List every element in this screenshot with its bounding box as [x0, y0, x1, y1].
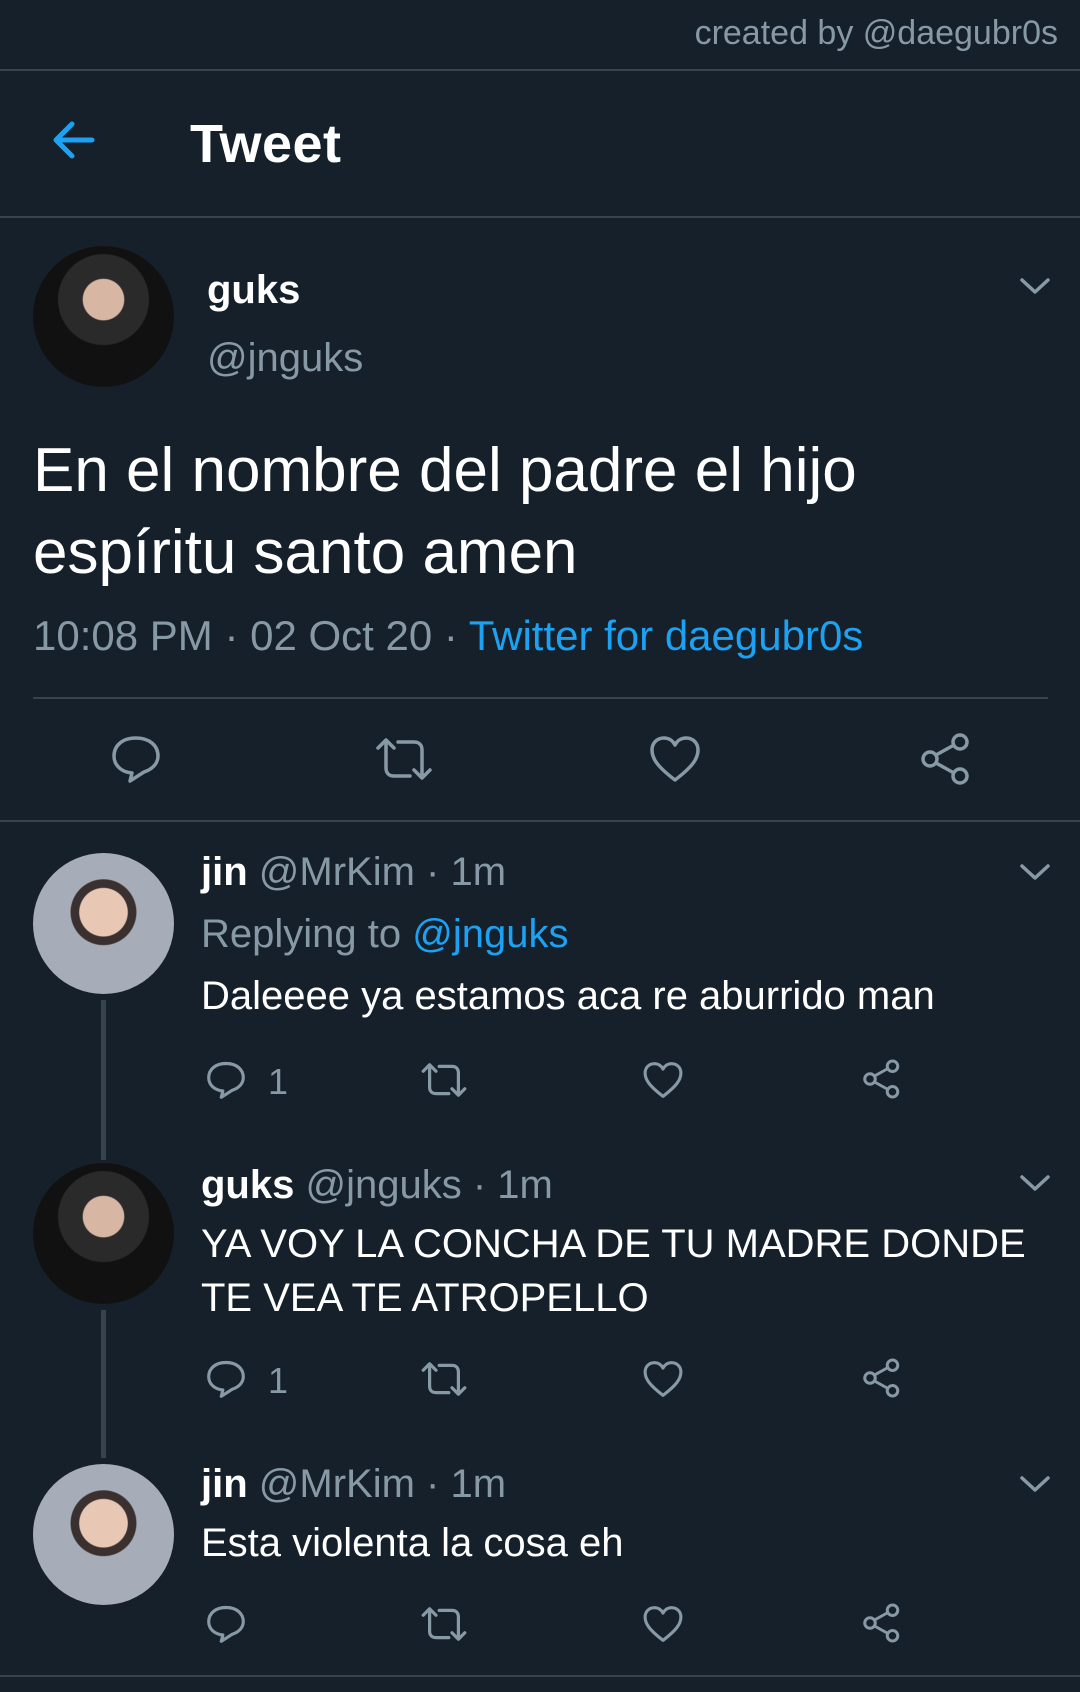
chevron-down-icon[interactable] [1018, 861, 1052, 883]
share-icon[interactable] [918, 732, 974, 786]
share-icon[interactable] [861, 1602, 903, 1644]
thread-line [101, 1310, 106, 1458]
reply-text-line: YA VOY LA CONCHA DE TU MADRE DONDE [201, 1222, 1026, 1266]
main-tweet-timestamp: 10:08 PM · 02 Oct 20 · [33, 612, 469, 659]
main-tweet-avatar[interactable] [33, 246, 174, 387]
main-tweet-divider [33, 697, 1048, 699]
like-icon[interactable] [642, 1359, 684, 1399]
creator-credit: created by @daegubr0s [694, 14, 1058, 52]
reply-avatar[interactable] [33, 853, 174, 994]
replying-to: Replying to @jnguks [201, 912, 568, 957]
chevron-down-icon[interactable] [1018, 1473, 1052, 1495]
reply-icon[interactable] [204, 1059, 248, 1101]
bottom-divider [0, 1675, 1080, 1677]
reply-icon[interactable] [204, 1358, 248, 1400]
chevron-down-icon[interactable] [1018, 275, 1052, 297]
share-icon[interactable] [861, 1058, 903, 1100]
header-bottom-divider [0, 216, 1080, 218]
retweet-icon[interactable] [420, 1604, 468, 1644]
like-icon[interactable] [642, 1604, 684, 1644]
main-tweet-source-link[interactable]: Twitter for daegubr0s [469, 612, 864, 659]
reply-count: 1 [268, 1360, 289, 1401]
reply-header: guks @jnguks · 1m [201, 1163, 553, 1208]
like-icon[interactable] [648, 734, 702, 784]
retweet-icon[interactable] [374, 734, 434, 784]
reply-text: Daleeee ya estamos aca re aburrido man [201, 974, 935, 1018]
retweet-icon[interactable] [420, 1060, 468, 1100]
share-icon[interactable] [861, 1357, 903, 1399]
retweet-icon[interactable] [420, 1359, 468, 1399]
main-tweet-text-line: espíritu santo amen [33, 518, 578, 587]
page-title: Tweet [190, 114, 342, 174]
reply-header: jin @MrKim · 1m [201, 850, 506, 895]
reply-author-name[interactable]: guks [201, 1163, 294, 1207]
main-tweet-author-handle[interactable]: @jnguks [207, 336, 363, 381]
arrow-left-icon[interactable] [48, 114, 100, 166]
main-tweet-author-name[interactable]: guks [207, 268, 300, 313]
reply-text-line: TE VEA TE ATROPELLO [201, 1276, 649, 1320]
reply-text: YA VOY LA CONCHA DE TU MADRE DONDE TE VE… [201, 1217, 1061, 1325]
header-top-divider [0, 69, 1080, 71]
reply-author-name[interactable]: jin [201, 1462, 248, 1506]
reply-author-handle[interactable]: @MrKim · 1m [259, 1462, 506, 1506]
chevron-down-icon[interactable] [1018, 1172, 1052, 1194]
thread-line [101, 1000, 106, 1160]
reply-header: jin @MrKim · 1m [201, 1462, 506, 1507]
main-actions-divider [0, 820, 1080, 822]
reply-author-handle[interactable]: @MrKim · 1m [259, 850, 506, 894]
reply-avatar[interactable] [33, 1163, 174, 1304]
reply-text: Esta violenta la cosa eh [201, 1521, 624, 1565]
reply-count: 1 [268, 1061, 289, 1102]
reply-avatar[interactable] [33, 1464, 174, 1605]
main-tweet-text-line: En el nombre del padre el hijo [33, 436, 857, 505]
like-icon[interactable] [642, 1060, 684, 1100]
main-tweet-text: En el nombre del padre el hijo espíritu … [33, 430, 1053, 594]
reply-author-handle[interactable]: @jnguks · 1m [305, 1163, 552, 1207]
replying-to-handle[interactable]: @jnguks [412, 912, 568, 956]
replying-to-label: Replying to [201, 912, 413, 956]
reply-icon[interactable] [108, 733, 164, 785]
reply-icon[interactable] [204, 1603, 248, 1645]
reply-author-name[interactable]: jin [201, 850, 248, 894]
main-tweet-meta: 10:08 PM · 02 Oct 20 · Twitter for daegu… [33, 612, 863, 660]
